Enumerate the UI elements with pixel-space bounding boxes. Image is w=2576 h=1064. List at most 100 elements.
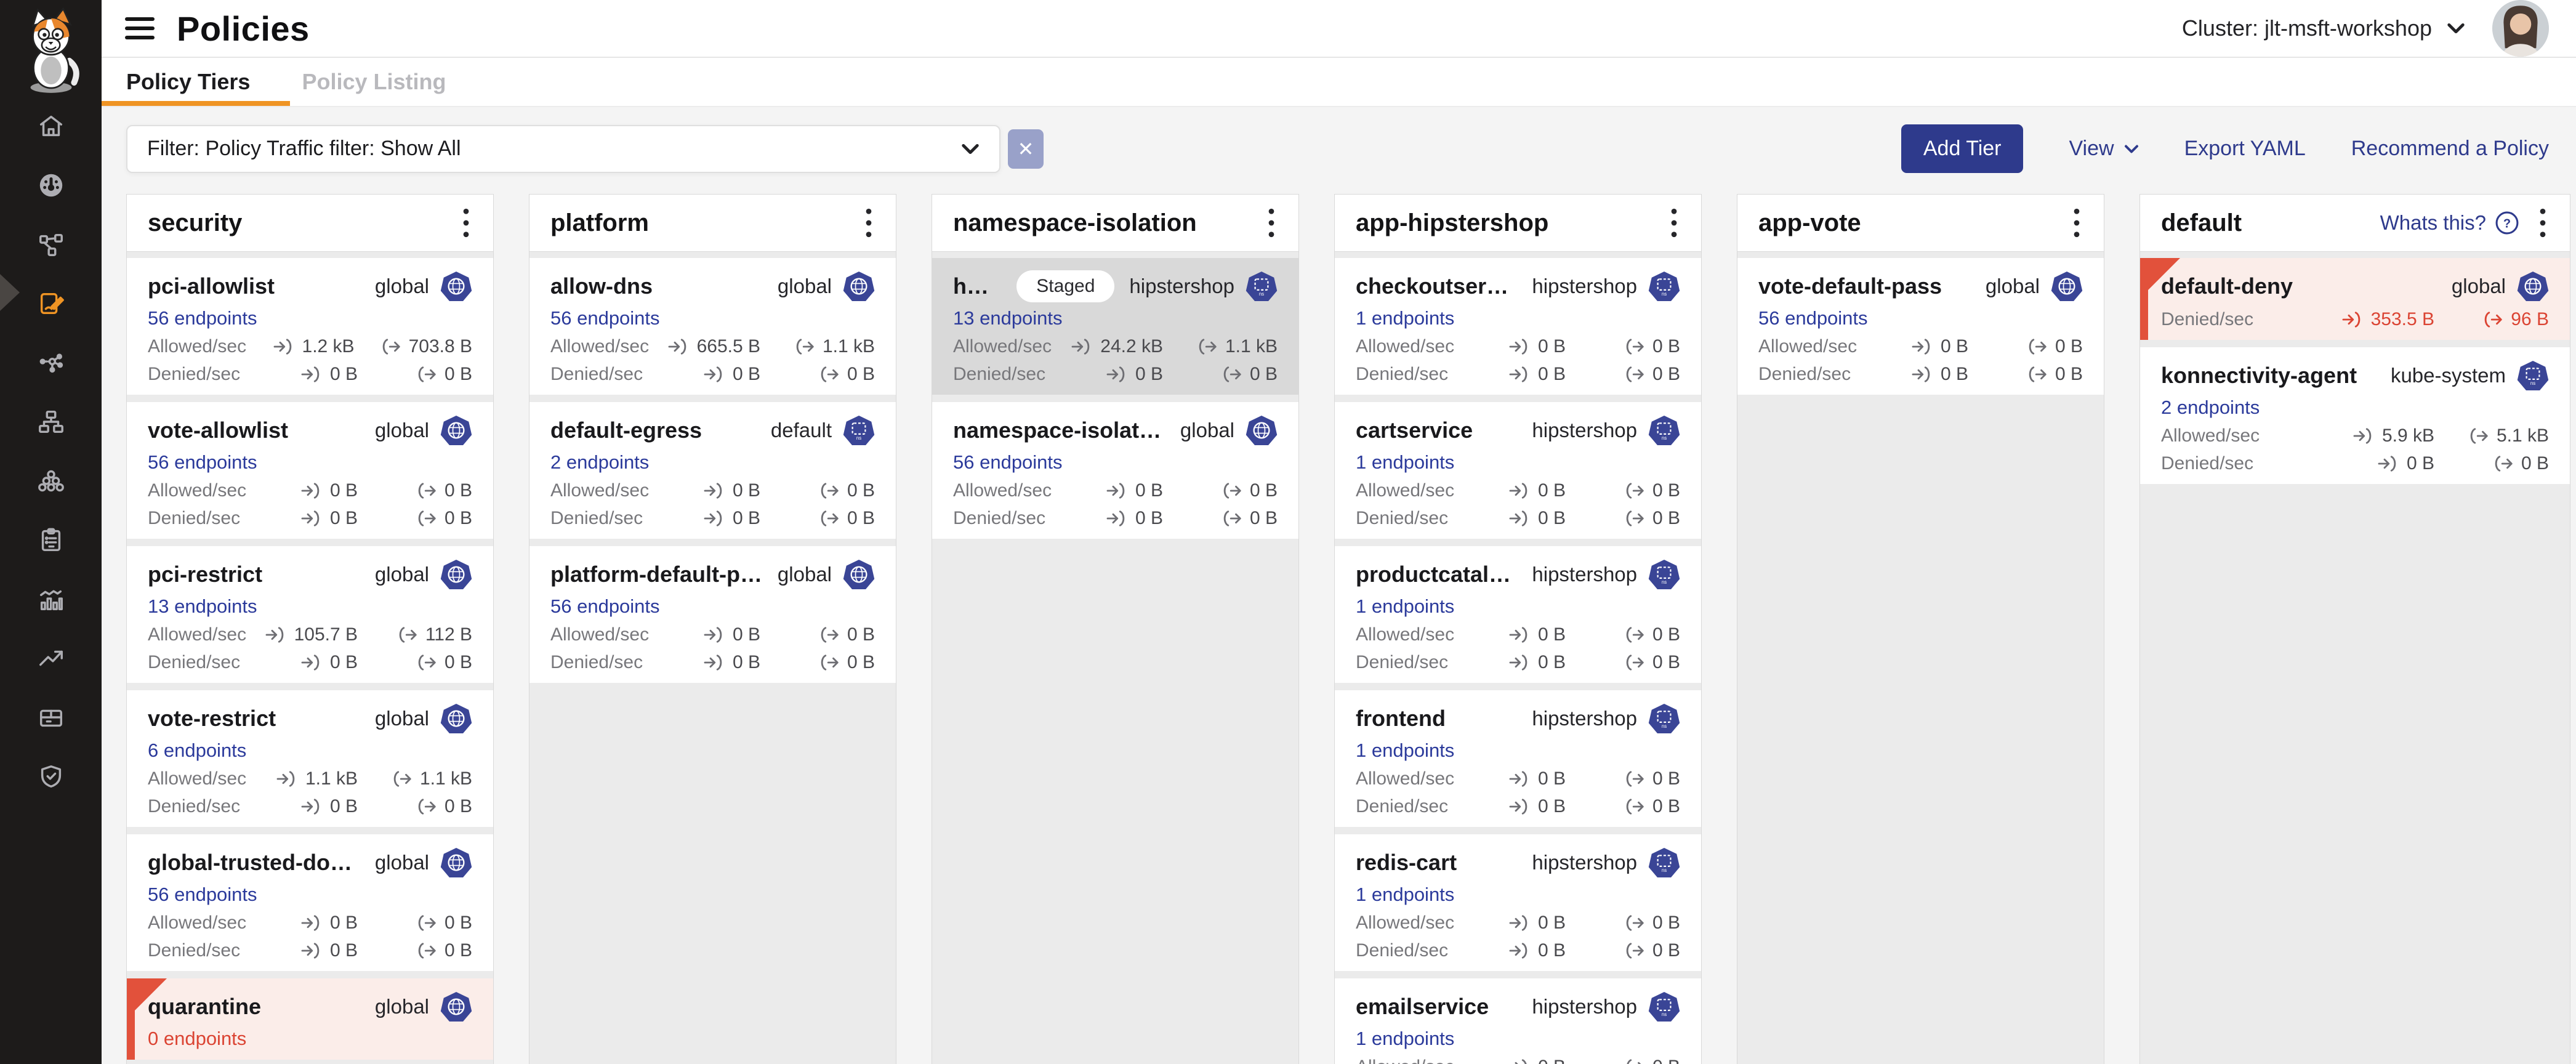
tab-policy-tiers[interactable]: Policy Tiers xyxy=(126,69,250,95)
sidebar-item-alerts[interactable] xyxy=(0,644,102,672)
endpoints-link[interactable]: 0 endpoints xyxy=(148,1028,246,1050)
endpoints-link[interactable]: 13 endpoints xyxy=(148,595,257,618)
endpoints-link[interactable]: 56 endpoints xyxy=(148,307,257,329)
recommend-policy-button[interactable]: Recommend a Policy xyxy=(2351,137,2549,161)
policy-card-default-egress[interactable]: default-egressdefaultns2 endpointsAllowe… xyxy=(529,402,896,539)
endpoints-link[interactable]: 56 endpoints xyxy=(148,884,257,906)
endpoints-link[interactable]: 1 endpoints xyxy=(1356,1028,1454,1050)
endpoints-link[interactable]: 1 endpoints xyxy=(1356,740,1454,762)
scope: global xyxy=(1971,270,2083,302)
tier-menu-button[interactable] xyxy=(1664,204,1684,241)
scope-label: global xyxy=(375,563,429,586)
export-yaml-button[interactable]: Export YAML xyxy=(2184,137,2306,161)
tab-policy-listing[interactable]: Policy Listing xyxy=(302,69,446,95)
policy-name: emailservice xyxy=(1356,994,1489,1020)
sidebar-item-home[interactable] xyxy=(0,112,102,140)
policy-card-emailservice[interactable]: emailservicehipstershopns1 endpointsAllo… xyxy=(1335,978,1701,1064)
sidebar-item-compliance[interactable] xyxy=(0,526,102,554)
endpoints-link[interactable]: 6 endpoints xyxy=(148,740,246,762)
sidebar-item-threat-defense[interactable] xyxy=(0,762,102,791)
egress-icon xyxy=(415,509,437,528)
egress-stat: 703.8 B xyxy=(379,336,472,357)
ingress-icon xyxy=(1508,337,1531,356)
sidebar-item-endpoints[interactable] xyxy=(0,467,102,495)
policy-name: frontend xyxy=(1356,706,1446,732)
tier-menu-button[interactable] xyxy=(859,204,879,241)
endpoints-link[interactable]: 1 endpoints xyxy=(1356,595,1454,618)
egress-value: 1.1 kB xyxy=(1225,336,1278,357)
policy-traffic-filter-select[interactable]: Filter: Policy Traffic filter: Show All xyxy=(126,125,1000,173)
policy-card-namespace-isolation-default-p[interactable]: namespace-isolation-default-p…global56 e… xyxy=(932,402,1298,539)
tier-header: platform xyxy=(529,195,896,252)
endpoints-link[interactable]: 56 endpoints xyxy=(1758,307,1868,329)
scope-label: global xyxy=(375,851,429,874)
endpoints-link[interactable]: 1 endpoints xyxy=(1356,307,1454,329)
sidebar-item-nodes[interactable] xyxy=(0,408,102,436)
policy-card-quarantine[interactable]: quarantineglobal0 endpoints xyxy=(127,978,493,1060)
endpoints-link[interactable]: 56 endpoints xyxy=(550,595,660,618)
policy-card-global-trusted-domains[interactable]: global-trusted-domainsglobal 56 endpoints… xyxy=(127,834,493,971)
policy-board: security pci-allowlistglobal56 endpointsA… xyxy=(126,194,2576,1064)
tier-name: security xyxy=(148,209,242,237)
clear-filter-button[interactable]: ✕ xyxy=(1008,129,1044,169)
tier-column-security: security pci-allowlistglobal56 endpointsA… xyxy=(126,194,494,1064)
global-scope-icon xyxy=(843,270,875,302)
ingress-stat: 5.9 kB xyxy=(2331,425,2434,446)
scope-label: global xyxy=(778,275,832,298)
hamburger-menu-icon[interactable] xyxy=(125,17,155,39)
policy-card-redis-cart[interactable]: redis-carthipstershopns1 endpointsAllowe… xyxy=(1335,834,1701,971)
endpoints-link[interactable]: 1 endpoints xyxy=(1356,451,1454,474)
sidebar-item-service-graph[interactable] xyxy=(0,230,102,259)
sidebar-item-flows[interactable] xyxy=(0,349,102,377)
policy-card-vote-allowlist[interactable]: vote-allowlistglobal56 endpointsAllowed/… xyxy=(127,402,493,539)
ingress-icon xyxy=(300,941,323,960)
global-scope-icon xyxy=(440,270,472,302)
ingress-value: 0 B xyxy=(1538,768,1566,789)
add-tier-button[interactable]: Add Tier xyxy=(1901,124,2024,173)
policy-card-default-deny[interactable]: default-denyglobalDenied/sec353.5 B96 B xyxy=(2140,258,2570,340)
stat-label: Allowed/sec xyxy=(953,480,1052,501)
filter-value: Filter: Policy Traffic filter: Show All xyxy=(147,137,461,161)
stat-row: Denied/sec0 B0 B xyxy=(148,940,472,961)
whats-this-link[interactable]: Whats this?? xyxy=(2380,211,2519,235)
endpoints-link[interactable]: 56 endpoints xyxy=(953,451,1063,474)
avatar[interactable] xyxy=(2492,0,2549,57)
stat-row: Denied/sec0 B0 B xyxy=(550,652,875,673)
policy-card-pci-restrict[interactable]: pci-restrictglobal13 endpointsAllowed/se… xyxy=(127,546,493,683)
tier-menu-button[interactable] xyxy=(2067,204,2087,241)
policy-card-konnectivity-agent[interactable]: konnectivity-agentkube-systemns2 endpoin… xyxy=(2140,347,2570,484)
endpoints-link[interactable]: 2 endpoints xyxy=(550,451,649,474)
endpoints-link[interactable]: 1 endpoints xyxy=(1356,884,1454,906)
tier-menu-button[interactable] xyxy=(456,204,476,241)
card-title-row: global-trusted-domainsglobal xyxy=(148,847,472,879)
tier-menu-button[interactable] xyxy=(2533,204,2553,241)
policy-card-pci-allowlist[interactable]: pci-allowlistglobal56 endpointsAllowed/s… xyxy=(127,258,493,395)
endpoints-link[interactable]: 13 endpoints xyxy=(953,307,1063,329)
ingress-icon xyxy=(1106,482,1128,500)
sidebar-item-inventory[interactable] xyxy=(0,703,102,732)
ingress-stat: 0 B xyxy=(254,652,358,673)
ingress-value: 0 B xyxy=(733,364,760,385)
policy-card-platform-default-pass[interactable]: platform-default-passglobal56 endpointsA… xyxy=(529,546,896,683)
policy-card-vote-default-pass[interactable]: vote-default-passglobal56 endpointsAllow… xyxy=(1737,258,2104,395)
policy-card-cartservice[interactable]: cartservicehipstershopns1 endpointsAllow… xyxy=(1335,402,1701,539)
policy-card-vote-restrict[interactable]: vote-restrictglobal6 endpointsAllowed/se… xyxy=(127,690,493,827)
endpoints-link[interactable]: 56 endpoints xyxy=(550,307,660,329)
endpoints-link[interactable]: 56 endpoints xyxy=(148,451,257,474)
policy-card-productcatalogservice[interactable]: productcatalogservicehipstershopns1 endp… xyxy=(1335,546,1701,683)
sidebar-item-timeline[interactable] xyxy=(0,585,102,613)
endpoints-link[interactable]: 2 endpoints xyxy=(2161,397,2260,419)
scope: hipstershopns xyxy=(1517,414,1680,446)
ingress-stat: 0 B xyxy=(1060,508,1163,529)
ingress-stat: 0 B xyxy=(254,796,358,817)
sidebar-item-dashboard[interactable] xyxy=(0,171,102,200)
tier-menu-button[interactable] xyxy=(1262,204,1281,241)
ingress-value: 0 B xyxy=(1538,796,1566,817)
scope: hipstershopns xyxy=(1517,703,1680,735)
policy-card-hipstershop-gh[interactable]: hipstershop-gh…Stagedhipstershopns13 end… xyxy=(932,258,1298,395)
view-dropdown-button[interactable]: View xyxy=(2069,137,2138,161)
policy-card-frontend[interactable]: frontendhipstershopns1 endpointsAllowed/… xyxy=(1335,690,1701,827)
policy-card-checkoutservice[interactable]: checkoutservicehipstershopns1 endpointsA… xyxy=(1335,258,1701,395)
policy-card-allow-dns[interactable]: allow-dnsglobal56 endpointsAllowed/sec66… xyxy=(529,258,896,395)
cluster-selector[interactable]: Cluster: jlt-msft-workshop xyxy=(2182,15,2465,41)
